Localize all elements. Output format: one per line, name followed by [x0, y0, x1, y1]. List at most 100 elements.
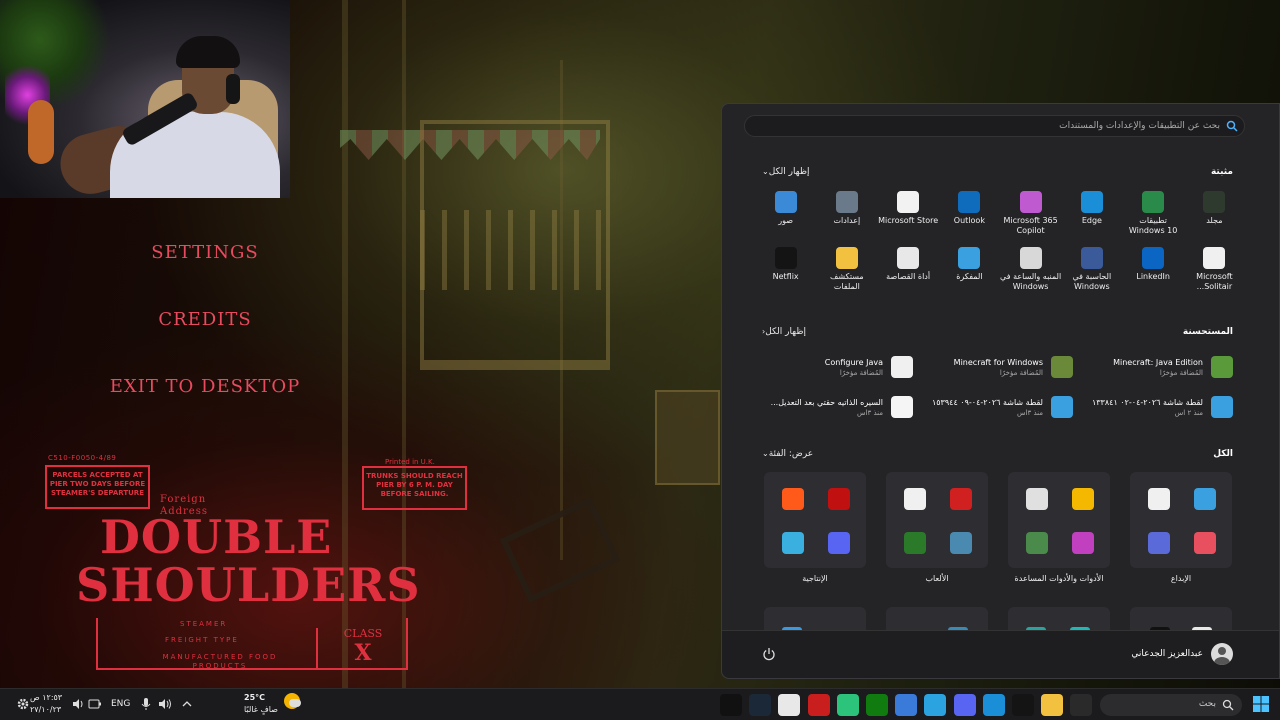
steam-icon[interactable] [749, 694, 771, 716]
windows-start-icon[interactable] [1252, 695, 1270, 713]
search-icon [1222, 699, 1234, 711]
user-account-button[interactable]: عبدالعزيز الجدعاني [1131, 643, 1233, 665]
fallen-chair [499, 497, 621, 603]
folder-app-icon [1194, 532, 1216, 554]
pinned-apps-grid: مجلد تطبيقات Windows 10 Edge Microsoft 365 … [755, 191, 1245, 293]
person-hair [176, 36, 240, 68]
pinned-app[interactable]: المنبه والساعة في Windows [1000, 247, 1061, 293]
pinned-app-label: Edge [1081, 216, 1102, 225]
pinned-show-all-button[interactable]: إظهار الكل⌄ [758, 167, 810, 177]
notepad-icon [958, 247, 981, 269]
start-search-input[interactable] [780, 119, 1220, 133]
start-search-box[interactable] [744, 115, 1245, 137]
messages-icon[interactable] [895, 694, 917, 716]
pinned-app[interactable]: المفكرة [939, 247, 1000, 293]
store-icon[interactable] [1070, 694, 1092, 716]
battery-icon[interactable] [88, 697, 102, 711]
telegram-icon[interactable] [924, 694, 946, 716]
category-folder-column: الإبداع [1130, 472, 1232, 583]
video-editor-icon[interactable] [808, 694, 830, 716]
recommended-item[interactable]: لقطة شاشة ٢٠٢٦-٠٤-٠٩ ١٥٣٩٤٤ منذ ٣اس [913, 393, 1073, 421]
chrome-icon[interactable] [778, 694, 800, 716]
recommended-item[interactable]: السيره الذاتيه حقتي بعد التعديل... منذ ٣ا… [753, 393, 913, 421]
taskbar-search[interactable]: بحث [1100, 694, 1242, 716]
pinned-app[interactable]: Edge [1061, 191, 1122, 237]
language-indicator[interactable]: ENG [111, 699, 130, 709]
category-folder[interactable] [1008, 472, 1110, 568]
webcam-overlay [0, 0, 290, 198]
calculator-icon [1080, 247, 1103, 269]
recommended-item[interactable]: لقطة شاشة ٢٠٢٦-٠٤-٠٢ ١٣٣٨٤١ منذ ٢ اس [1073, 393, 1233, 421]
category-folder[interactable] [1130, 472, 1232, 568]
discord-icon[interactable] [954, 694, 976, 716]
category-folder[interactable] [886, 472, 988, 568]
category-folder[interactable] [764, 472, 866, 568]
file-explorer-icon[interactable] [1041, 694, 1063, 716]
pinned-app[interactable]: صور [755, 191, 816, 237]
recommended-item[interactable]: Minecraft for Windows المُضافة مؤخرًا [913, 353, 1073, 381]
pinned-app-label: مجلد [1206, 216, 1223, 225]
recommended-title: المستحسنة [1182, 327, 1233, 337]
pinned-app[interactable]: LinkedIn [1123, 247, 1184, 293]
pinned-app[interactable]: Netflix [755, 247, 816, 293]
pinned-app[interactable]: Microsoft Solitair... [1184, 247, 1245, 293]
recommended-text: السيره الذاتيه حقتي بعد التعديل... منذ ٣ا… [771, 398, 883, 417]
category-folder-column: الإنتاجية [764, 472, 866, 583]
folder-app-icon [904, 532, 926, 554]
settings-tray-icon[interactable] [16, 697, 30, 711]
m365-copilot-icon [1019, 191, 1042, 213]
pinned-app[interactable]: مستكشف الملفات [816, 247, 877, 293]
taskbar: ١٢:٥٣ ص ٢٧/١٠/٢٣ ENG 25°C صافٍ غالبًا بح… [0, 688, 1280, 720]
start-footer: عبدالعزيز الجدعاني [722, 630, 1279, 678]
taskbar-clock[interactable]: ١٢:٥٣ ص ٢٧/١٠/٢٣ [30, 692, 62, 716]
pinned-app[interactable]: Microsoft 365 Copilot [1000, 191, 1061, 237]
edge-icon[interactable] [983, 694, 1005, 716]
pinned-app[interactable]: Outlook [939, 191, 1000, 237]
teams-icon[interactable] [837, 694, 859, 716]
taskbar-search-placeholder: بحث [1198, 699, 1216, 709]
recommended-subtitle: المُضافة مؤخرًا [1159, 368, 1203, 377]
recommended-item[interactable]: Minecraft: Java Edition المُضافة مؤخرًا [1073, 353, 1233, 381]
xbox-icon[interactable] [866, 694, 888, 716]
chevron-up-icon[interactable] [180, 697, 194, 711]
pinned-app[interactable]: مجلد [1184, 191, 1245, 237]
photos-icon [774, 191, 797, 213]
pinned-app-label: الحاسبة في Windows [1072, 272, 1112, 291]
category-folder-column: الألعاب [886, 472, 988, 583]
volume-icon[interactable] [158, 697, 172, 711]
crib-bars [420, 210, 610, 290]
game-menu-settings[interactable]: SETTINGS [60, 242, 350, 263]
pinned-app[interactable]: إعدادات [816, 191, 877, 237]
power-icon[interactable] [762, 647, 776, 661]
speaker-icon[interactable] [71, 697, 85, 711]
avatar [1211, 643, 1233, 665]
recommended-grid: Minecraft: Java Edition المُضافة مؤخرًا Mi… [753, 353, 1233, 421]
pinned-app[interactable]: تطبيقات Windows 10 [1123, 191, 1184, 237]
weather-widget[interactable]: 25°C صافٍ غالبًا [244, 692, 278, 716]
pinned-app-label: Outlook [953, 216, 985, 225]
file-explorer-icon [835, 247, 858, 269]
folder-app-icon [1148, 488, 1170, 510]
pinned-app[interactable]: الحاسبة في Windows [1061, 247, 1122, 293]
game-menu-credits[interactable]: CREDITS [60, 309, 350, 330]
recommended-item[interactable]: Configure Java المُضافة مؤخرًا [753, 353, 913, 381]
category-folder-label: الألعاب [925, 574, 949, 583]
unreal-icon[interactable] [720, 694, 742, 716]
poster-right-box: TRUNKS SHOULD REACH PIER BY 6 P. M. DAY … [362, 466, 467, 510]
folder-app-icon [950, 532, 972, 554]
recommended-show-all-button[interactable]: إظهار الكل‹ [758, 327, 806, 337]
game-menu-exit[interactable]: EXIT TO DESKTOP [60, 376, 350, 397]
netflix-icon[interactable] [1012, 694, 1034, 716]
poster-manufactured: MANUFACTURED FOOD PRODUCTS [162, 653, 278, 670]
microphone-icon[interactable] [139, 697, 153, 711]
recommended-title: Configure Java [824, 357, 883, 367]
pinned-app[interactable]: Microsoft Store [878, 191, 939, 237]
trunk [655, 390, 720, 485]
folder-app-icon [828, 532, 850, 554]
view-category-button[interactable]: عرض: الفئة⌄ [758, 449, 813, 459]
pinned-app-label: المفكرة [956, 272, 983, 281]
chevron-down-icon: ⌄ [762, 167, 769, 176]
java-icon [891, 356, 913, 378]
pinned-show-all-label: إظهار الكل [768, 167, 810, 177]
pinned-app[interactable]: أداة القصاصة [878, 247, 939, 293]
